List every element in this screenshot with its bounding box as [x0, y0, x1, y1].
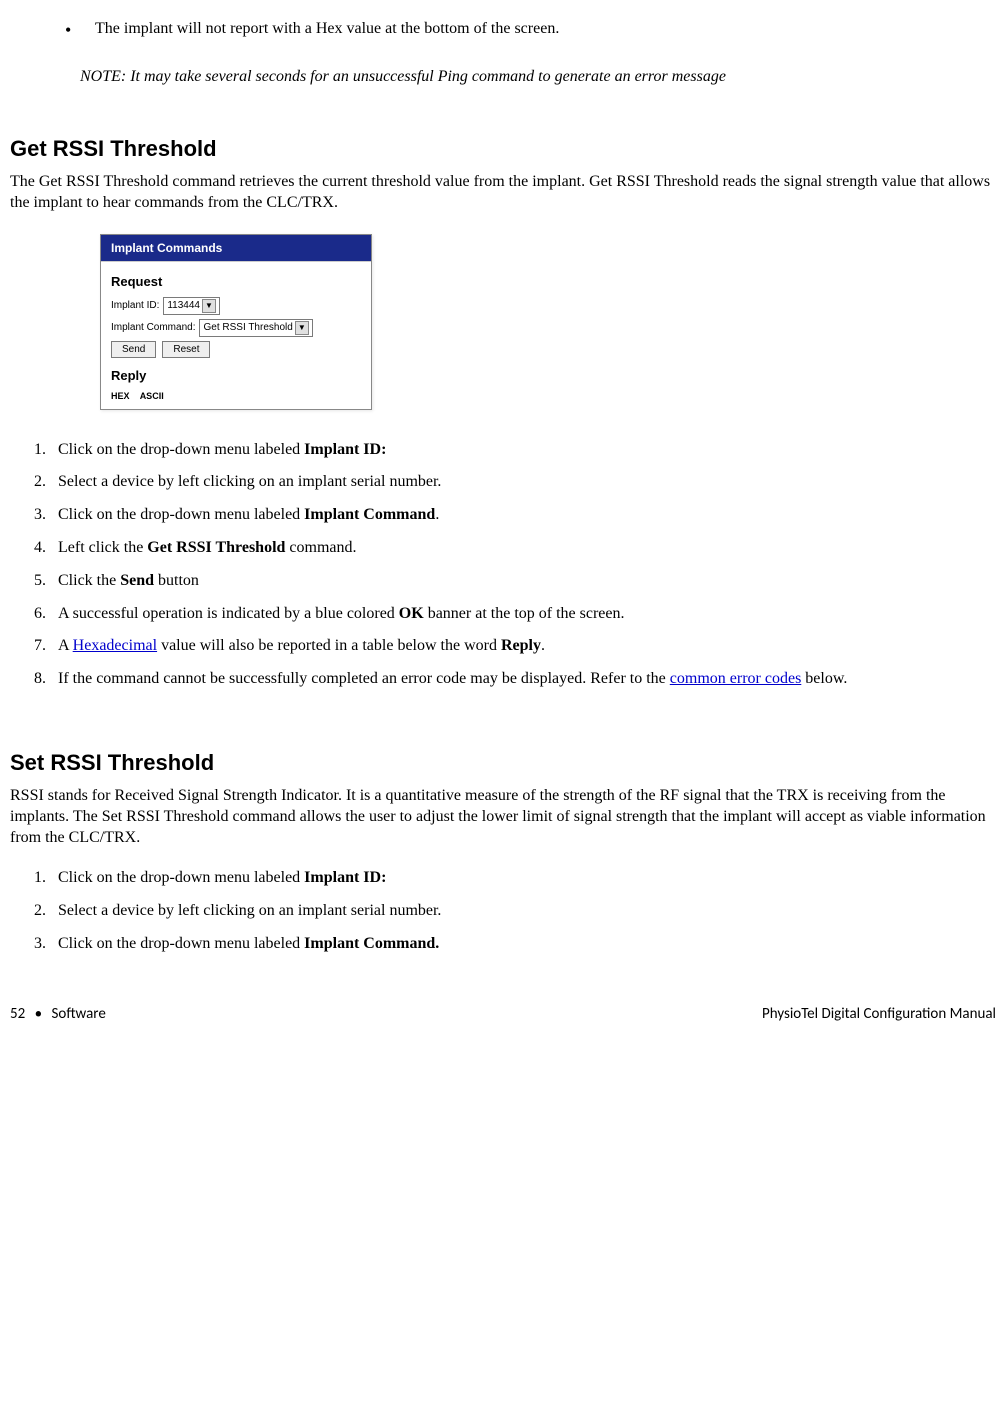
step-item: Left click the Get RSSI Threshold comman…	[50, 538, 996, 559]
hexadecimal-link[interactable]: Hexadecimal	[73, 637, 157, 654]
implant-id-value: 113444	[167, 300, 200, 311]
steps-list-1: Click on the drop-down menu labeled Impl…	[50, 440, 996, 690]
implant-id-label: Implant ID:	[111, 300, 159, 311]
manual-title: PhysioTel Digital Configuration Manual	[762, 1005, 996, 1023]
request-label: Request	[111, 274, 361, 289]
reply-columns: HEX ASCII	[111, 391, 361, 401]
step-item: Click the Send button	[50, 571, 996, 592]
footer-bullet: •	[35, 1005, 42, 1023]
implant-id-dropdown[interactable]: 113444 ▼	[163, 297, 220, 315]
steps-list-2: Click on the drop-down menu labeled Impl…	[50, 868, 996, 954]
implant-command-value: Get RSSI Threshold	[203, 322, 292, 333]
step-item: Select a device by left clicking on an i…	[50, 901, 996, 922]
send-button[interactable]: Send	[111, 341, 156, 358]
step-item: Click on the drop-down menu labeled Impl…	[50, 868, 996, 889]
step-item: Select a device by left clicking on an i…	[50, 472, 996, 493]
reply-label: Reply	[111, 368, 361, 383]
page-footer: 52 • Software PhysioTel Digital Configur…	[10, 1005, 996, 1023]
heading-set-rssi: Set RSSI Threshold	[10, 750, 996, 776]
implant-command-label: Implant Command:	[111, 322, 195, 333]
heading-get-rssi: Get RSSI Threshold	[10, 136, 996, 162]
implant-command-dropdown[interactable]: Get RSSI Threshold ▼	[199, 319, 312, 337]
reset-button[interactable]: Reset	[162, 341, 210, 358]
error-codes-link[interactable]: common error codes	[670, 670, 802, 687]
chevron-down-icon[interactable]: ▼	[295, 321, 309, 335]
section2-paragraph: RSSI stands for Received Signal Strength…	[10, 786, 996, 848]
footer-section: Software	[52, 1005, 106, 1023]
step-item: If the command cannot be successfully co…	[50, 669, 996, 690]
implant-commands-panel: Implant Commands Request Implant ID: 113…	[100, 234, 372, 410]
step-item: A Hexadecimal value will also be reporte…	[50, 636, 996, 657]
panel-title: Implant Commands	[101, 235, 371, 261]
chevron-down-icon[interactable]: ▼	[202, 299, 216, 313]
step-item: Click on the drop-down menu labeled Impl…	[50, 440, 996, 461]
step-item: Click on the drop-down menu labeled Impl…	[50, 934, 996, 955]
bullet-item: The implant will not report with a Hex v…	[65, 20, 996, 38]
step-item: A successful operation is indicated by a…	[50, 604, 996, 625]
note-text: NOTE: It may take several seconds for an…	[80, 68, 996, 86]
hex-column: HEX	[111, 391, 130, 401]
page-number: 52	[10, 1005, 25, 1023]
section1-paragraph: The Get RSSI Threshold command retrieves…	[10, 172, 996, 214]
bullet-list: The implant will not report with a Hex v…	[65, 20, 996, 38]
ascii-column: ASCII	[140, 391, 164, 401]
step-item: Click on the drop-down menu labeled Impl…	[50, 505, 996, 526]
